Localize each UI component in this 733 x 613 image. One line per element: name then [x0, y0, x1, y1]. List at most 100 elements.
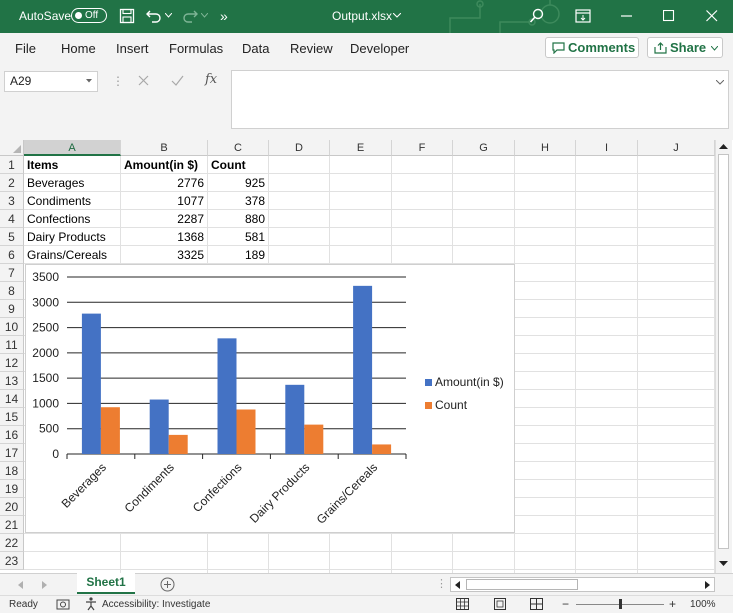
cell-c3[interactable]: 378: [211, 192, 265, 210]
cell-b2[interactable]: 2776: [124, 174, 204, 192]
row-header-2[interactable]: 2: [0, 174, 24, 192]
scroll-left-icon[interactable]: [455, 581, 460, 589]
row-header-7[interactable]: 7: [0, 264, 24, 282]
column-header-b[interactable]: B: [121, 140, 208, 156]
row-header-14[interactable]: 14: [0, 390, 24, 408]
cell-c6[interactable]: 189: [211, 246, 265, 264]
tab-data[interactable]: Data: [242, 41, 269, 56]
cell-b1[interactable]: Amount(in $): [124, 156, 204, 174]
tab-home[interactable]: Home: [61, 41, 96, 56]
cell-a4[interactable]: Confections: [27, 210, 117, 228]
column-header-h[interactable]: H: [515, 140, 576, 156]
redo-icon[interactable]: [181, 8, 199, 24]
row-header-18[interactable]: 18: [0, 462, 24, 480]
column-header-e[interactable]: E: [330, 140, 392, 156]
column-header-f[interactable]: F: [392, 140, 453, 156]
cell-a5[interactable]: Dairy Products: [27, 228, 117, 246]
row-header-12[interactable]: 12: [0, 354, 24, 372]
filename-chevron-icon[interactable]: [393, 13, 401, 18]
quick-access-more[interactable]: »: [220, 8, 228, 24]
cell-a2[interactable]: Beverages: [27, 174, 117, 192]
column-header-i[interactable]: I: [576, 140, 638, 156]
page-break-preview-icon[interactable]: [530, 598, 543, 610]
ribbon-display-icon[interactable]: [575, 9, 591, 23]
tab-developer[interactable]: Developer: [350, 41, 409, 56]
zoom-in-button[interactable]: +: [669, 597, 676, 611]
tab-review[interactable]: Review: [290, 41, 333, 56]
vertical-scrollbar[interactable]: [715, 140, 732, 573]
maximize-icon[interactable]: [663, 10, 675, 22]
row-header-20[interactable]: 20: [0, 498, 24, 516]
prev-sheet-icon[interactable]: [18, 581, 23, 589]
row-header-10[interactable]: 10: [0, 318, 24, 336]
select-all-corner[interactable]: [0, 140, 24, 156]
row-header-3[interactable]: 3: [0, 192, 24, 210]
minimize-icon[interactable]: [621, 15, 633, 17]
name-box[interactable]: A29: [4, 71, 98, 92]
row-header-17[interactable]: 17: [0, 444, 24, 462]
horizontal-scroll-thumb[interactable]: [466, 579, 578, 590]
scroll-up-icon[interactable]: [719, 144, 728, 150]
next-sheet-icon[interactable]: [42, 581, 47, 589]
insert-function-icon[interactable]: fx: [205, 72, 217, 87]
tab-formulas[interactable]: Formulas: [169, 41, 223, 56]
expand-formula-bar-icon[interactable]: [716, 80, 724, 85]
cell-b3[interactable]: 1077: [124, 192, 204, 210]
zoom-out-button[interactable]: −: [562, 597, 569, 611]
column-header-j[interactable]: J: [638, 140, 715, 156]
cell-b4[interactable]: 2287: [124, 210, 204, 228]
row-header-22[interactable]: 22: [0, 534, 24, 552]
cell-c1[interactable]: Count: [211, 156, 265, 174]
file-name[interactable]: Output.xlsx: [332, 9, 392, 23]
row-header-9[interactable]: 9: [0, 300, 24, 318]
row-header-8[interactable]: 8: [0, 282, 24, 300]
row-header-13[interactable]: 13: [0, 372, 24, 390]
undo-icon[interactable]: [145, 8, 163, 24]
row-header-21[interactable]: 21: [0, 516, 24, 534]
macro-recording-icon[interactable]: [56, 598, 70, 610]
cell-b6[interactable]: 3325: [124, 246, 204, 264]
cell-a6[interactable]: Grains/Cereals: [27, 246, 117, 264]
page-layout-icon[interactable]: [494, 598, 506, 610]
accessibility-status[interactable]: Accessibility: Investigate: [102, 599, 210, 610]
horizontal-scrollbar[interactable]: [450, 577, 715, 592]
row-header-23[interactable]: 23: [0, 552, 24, 570]
row-header-5[interactable]: 5: [0, 228, 24, 246]
row-header-1[interactable]: 1: [0, 156, 24, 174]
vertical-scroll-thumb[interactable]: [718, 154, 729, 549]
tab-split-grip-icon[interactable]: ⋮: [436, 577, 447, 590]
tab-insert[interactable]: Insert: [116, 41, 149, 56]
zoom-slider-thumb[interactable]: [619, 599, 622, 609]
formula-input[interactable]: [231, 70, 729, 129]
search-icon[interactable]: [529, 8, 545, 24]
comments-button[interactable]: Comments: [545, 37, 639, 58]
zoom-level[interactable]: 100%: [690, 599, 716, 610]
row-header-6[interactable]: 6: [0, 246, 24, 264]
row-header-15[interactable]: 15: [0, 408, 24, 426]
cell-c4[interactable]: 880: [211, 210, 265, 228]
add-sheet-icon[interactable]: [160, 577, 175, 592]
cell-c2[interactable]: 925: [211, 174, 265, 192]
column-header-g[interactable]: G: [453, 140, 515, 156]
accessibility-icon[interactable]: [85, 597, 97, 611]
close-icon[interactable]: [706, 10, 718, 22]
scroll-down-icon[interactable]: [719, 561, 728, 567]
column-header-c[interactable]: C: [208, 140, 269, 156]
share-button[interactable]: Share: [647, 37, 723, 58]
row-header-16[interactable]: 16: [0, 426, 24, 444]
row-header-19[interactable]: 19: [0, 480, 24, 498]
row-header-11[interactable]: 11: [0, 336, 24, 354]
name-box-dropdown-icon[interactable]: [86, 79, 92, 83]
cell-c5[interactable]: 581: [211, 228, 265, 246]
normal-view-icon[interactable]: [456, 598, 469, 610]
column-header-a[interactable]: A: [24, 140, 121, 156]
scroll-right-icon[interactable]: [705, 581, 710, 589]
cell-a1[interactable]: Items: [27, 156, 117, 174]
worksheet-grid[interactable]: ABCDEFGHIJ 1 2 3 4 5 6 7 8 9 10 11 12 13 14 15 16 17 18 19…: [0, 140, 715, 573]
undo-dropdown-icon[interactable]: [165, 13, 172, 18]
sheet-tab-sheet1[interactable]: Sheet1: [77, 573, 135, 594]
tab-file[interactable]: File: [15, 41, 36, 56]
chart-area[interactable]: 0 500 1000 1500 2000 2500 3000 3500 Beverages Con…: [25, 264, 515, 533]
cell-a3[interactable]: Condiments: [27, 192, 117, 210]
autosave-toggle[interactable]: Off: [71, 8, 107, 23]
